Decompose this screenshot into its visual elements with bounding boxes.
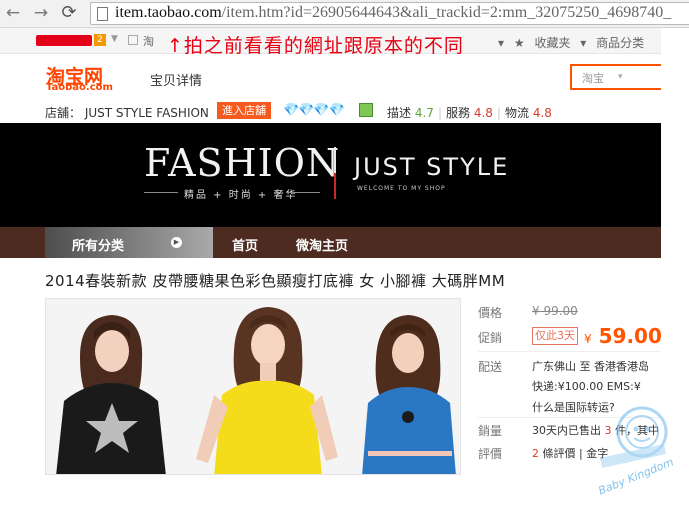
nav-home[interactable]: 首页	[232, 235, 258, 254]
shop-bar: 店舖： JUST STYLE FASHION 進入店舖 💎💎💎💎 描述 4.7 |…	[0, 101, 661, 121]
chevron-down-icon: ▾	[618, 72, 623, 82]
product-image[interactable]	[45, 298, 461, 475]
nav-all-categories[interactable]: 所有分类 ▶	[45, 227, 213, 258]
chevron-down-icon: ▾	[498, 36, 505, 50]
reload-icon[interactable]: ⟳	[59, 3, 79, 23]
page-tag: 宝贝详情	[150, 74, 203, 89]
shop-name-label: 店舖：	[45, 106, 82, 120]
diamond-rank-icon: 💎💎💎💎	[283, 103, 345, 118]
top-strip-links: ▾ ★ 收藏夹 ▾ 商品分类	[498, 34, 650, 51]
chevron-down-icon: ▾	[580, 36, 587, 50]
star-icon: ★	[513, 36, 525, 50]
url-host: item.taobao.com	[115, 4, 222, 21]
taobao-logo-sub[interactable]: Taobao.com	[46, 82, 113, 93]
enter-shop-button[interactable]: 進入店舖	[217, 102, 271, 119]
rating-label-logistics: 物流	[504, 106, 529, 120]
redacted-username	[36, 35, 92, 46]
banner-line-left	[144, 192, 178, 193]
rating-label-service: 服務	[445, 106, 470, 120]
site-header: 淘宝网 Taobao.com 宝贝详情 淘宝 ▾	[0, 55, 661, 103]
user-level-icon: 2	[94, 34, 106, 46]
sales-text-a: 30天内已售出	[532, 424, 601, 437]
shop-name-value: JUST STYLE FASHION	[84, 106, 209, 120]
price-now-value: 59.00	[598, 324, 662, 348]
reviews-text-label: 條評價	[542, 447, 576, 460]
shipping-label: 配送	[478, 360, 503, 374]
reviews-label: 評價	[478, 447, 503, 461]
price-now: ¥ 59.00	[584, 324, 662, 348]
strip-fragment: 淘	[143, 35, 154, 48]
page-icon	[97, 7, 108, 21]
message-icon[interactable]	[128, 35, 138, 45]
browser-toolbar: ← → ⟳ item.taobao.com/item.htm?id=269056…	[0, 0, 689, 28]
categories-link[interactable]: 商品分类	[596, 36, 644, 50]
price-now-symbol: ¥	[584, 332, 592, 346]
models-photo	[46, 299, 460, 474]
rating-label-describe: 描述	[387, 106, 412, 120]
shipping-fees: 快递:¥100.00 EMS:¥	[532, 380, 641, 393]
url-path: /item.htm?id=26905644643&ali_trackid=2:m…	[221, 4, 672, 21]
shop-ratings: 描述 4.7 | 服務 4.8 | 物流 4.8	[387, 106, 552, 120]
annotation-text: ↑拍之前看看的網址跟原本的不同	[167, 35, 464, 57]
chevron-down-icon[interactable]: ▼	[111, 34, 118, 44]
rating-value-describe: 4.7	[414, 106, 434, 120]
favorites-link[interactable]: 收藏夹	[534, 36, 570, 50]
promo-tag: 仅此3天	[532, 327, 578, 345]
product-title: 2014春裝新款 皮帶腰糖果色彩色顯瘦打底褲 女 小腳褲 大碼胖MM	[45, 272, 506, 290]
banner-subtitle: 精品 + 时尚 + 奢华	[184, 190, 298, 201]
divider	[478, 351, 661, 352]
banner-just-style-text: JUST STYLE	[354, 153, 510, 181]
shop-name[interactable]: 店舖： JUST STYLE FASHION	[45, 104, 209, 121]
shipping-route[interactable]: 广东佛山 至 香港香港岛	[532, 358, 649, 374]
nav-weitao[interactable]: 微淘主页	[296, 235, 348, 254]
nav-all-categories-label: 所有分类	[72, 239, 125, 254]
address-bar[interactable]: item.taobao.com/item.htm?id=26905644643&…	[90, 2, 689, 25]
search-scope-select[interactable]: 淘宝 ▾	[570, 64, 661, 90]
search-scope-label: 淘宝	[582, 72, 604, 85]
banner-welcome-text: WELCOME TO MY SHOP	[357, 185, 446, 192]
shop-badge-icon	[359, 103, 373, 117]
chevron-right-icon: ▶	[171, 237, 182, 248]
shop-banner[interactable]: FASHION JUST STYLE 精品 + 时尚 + 奢华 WELCOME …	[0, 123, 661, 227]
price-label: 價格	[478, 306, 503, 320]
banner-fashion-text: FASHION	[144, 141, 341, 185]
promo-label: 促銷	[478, 331, 503, 345]
url-text[interactable]: item.taobao.com/item.htm?id=26905644643&…	[115, 4, 671, 22]
rating-value-logistics: 4.8	[532, 106, 552, 120]
sales-label: 銷量	[478, 424, 503, 438]
shop-nav: 所有分类 ▶ 首页 微淘主页	[0, 227, 661, 258]
price-original: ¥ 99.00	[532, 304, 578, 318]
rating-value-service: 4.8	[473, 106, 493, 120]
forward-arrow-icon[interactable]: →	[31, 3, 51, 23]
banner-divider-accent	[334, 173, 336, 199]
back-arrow-icon[interactable]: ←	[3, 3, 23, 23]
reviews-count: 2	[532, 447, 539, 460]
banner-line-right	[286, 192, 320, 193]
